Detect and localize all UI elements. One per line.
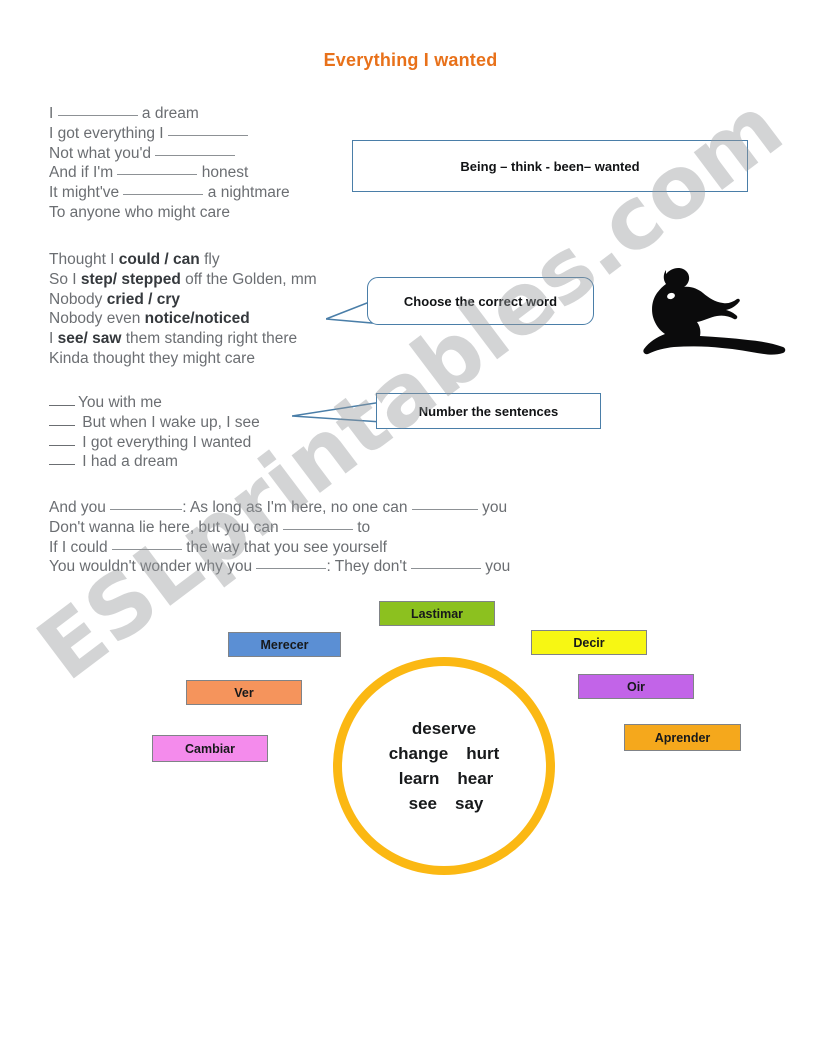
verb-row: change hurt [389, 741, 500, 766]
word-choice-option[interactable]: could / can [119, 251, 200, 268]
fill-in-blank[interactable] [282, 518, 353, 530]
lyric-line: Nobody cried / cry [49, 290, 180, 308]
ordering-blank[interactable] [49, 454, 75, 466]
lyric-line: I had a dream [49, 452, 260, 472]
english-verb[interactable]: say [455, 791, 483, 816]
lyric-line: And if I'm honest [49, 163, 249, 182]
lyric-line: If I could the way that you see yourself [49, 538, 387, 556]
vocab-label: Oir [626, 679, 646, 694]
verb-circle-words: deserve change hurt learn hear see say [333, 657, 555, 875]
english-verb[interactable]: hear [457, 766, 493, 791]
lyric-line: You with me [49, 393, 260, 413]
vocab-box-decir[interactable]: Decir [531, 630, 647, 655]
vocab-label: Ver [234, 685, 254, 700]
vocab-box-ver[interactable]: Ver [186, 680, 302, 705]
dancer-silhouette-icon [643, 268, 786, 355]
lyric-line: You wouldn't wonder why you : They don't… [49, 557, 511, 576]
vocab-box-merecer[interactable]: Merecer [228, 632, 341, 657]
fill-in-blank[interactable] [411, 498, 478, 510]
lyric-line: Nobody even notice/noticed [49, 310, 250, 328]
english-verb[interactable]: change [389, 741, 449, 766]
callout-tail-number [292, 401, 383, 423]
english-verb[interactable]: deserve [412, 716, 476, 741]
lyric-line: I got everything I wanted [49, 433, 260, 453]
fill-in-blank[interactable] [117, 163, 198, 176]
vocab-label: Cambiar [184, 741, 236, 756]
lyric-line: I got everything I [49, 124, 290, 144]
lyrics-verse-4: And you : As long as I'm here, no one ca… [49, 498, 510, 577]
lyric-line: And you : As long as I'm here, no one ca… [49, 498, 508, 516]
vocab-box-cambiar[interactable]: Cambiar [152, 735, 268, 762]
lyrics-verse-3: You with me But when I wake up, I see I … [49, 393, 260, 472]
vocab-box-oir[interactable]: Oir [578, 674, 694, 699]
verb-row: see say [405, 791, 484, 816]
choose-instruction-bubble: Choose the correct word [367, 277, 594, 325]
word-bank-box: Being – think - been– wanted [352, 140, 748, 192]
number-instruction-label: Number the sentences [418, 403, 559, 419]
word-choice-option[interactable]: notice/noticed [145, 310, 250, 327]
vocab-box-aprender[interactable]: Aprender [624, 724, 741, 751]
vocab-label: Aprender [654, 730, 711, 745]
lyric-line: I see/ saw them standing right there [49, 330, 298, 348]
word-choice-option[interactable]: cried / cry [107, 291, 180, 308]
english-verb[interactable]: learn [399, 766, 440, 791]
verb-row: learn hear [395, 766, 494, 791]
lyric-line: But when I wake up, I see [49, 413, 260, 433]
vocab-label: Lastimar [410, 606, 464, 621]
ordering-blank[interactable] [49, 435, 75, 446]
fill-in-blank[interactable] [411, 557, 481, 570]
word-bank-label: Being – think - been– wanted [460, 158, 640, 174]
vocab-label: Merecer [260, 637, 309, 652]
lyric-line: Thought I could / can fly [49, 251, 220, 268]
vocab-box-lastimar[interactable]: Lastimar [379, 601, 495, 626]
ordering-blank[interactable] [49, 415, 75, 426]
worksheet-page: Everything I wanted I a dream I got every… [0, 0, 821, 1062]
fill-in-blank[interactable] [256, 557, 327, 570]
fill-in-blank[interactable] [57, 104, 138, 116]
lyric-line: Kinda thought they might care [49, 349, 255, 367]
ordering-blank[interactable] [49, 395, 75, 406]
fill-in-blank[interactable] [167, 124, 248, 136]
fill-in-blank[interactable] [111, 538, 182, 550]
number-instruction-box: Number the sentences [376, 393, 601, 429]
fill-in-blank[interactable] [110, 498, 183, 510]
lyric-line: Don't wanna lie here, but you can to [49, 518, 371, 536]
lyrics-verse-2: Thought I could / can fly So I step/ step… [49, 250, 317, 369]
lyric-line: Not what you'd [49, 144, 290, 164]
page-title: Everything I wanted [323, 50, 498, 70]
lyric-line: To anyone who might care [49, 203, 230, 221]
word-choice-option[interactable]: step/ stepped [81, 271, 181, 288]
lyric-line: It might've a nightmare [49, 183, 290, 202]
vocab-label: Decir [573, 635, 605, 650]
verb-row: deserve [412, 716, 476, 741]
english-verb[interactable]: see [409, 791, 437, 816]
fill-in-blank[interactable] [155, 144, 236, 156]
fill-in-blank[interactable] [123, 183, 204, 196]
english-verb[interactable]: hurt [466, 741, 499, 766]
choose-instruction-label: Choose the correct word [403, 293, 558, 309]
lyrics-verse-1: I a dream I got everything I Not what you… [49, 104, 290, 223]
lyric-line: So I step/ stepped off the Golden, mm [49, 270, 317, 288]
lyric-line: I a dream [49, 104, 199, 122]
word-choice-option[interactable]: see/ saw [58, 330, 122, 347]
